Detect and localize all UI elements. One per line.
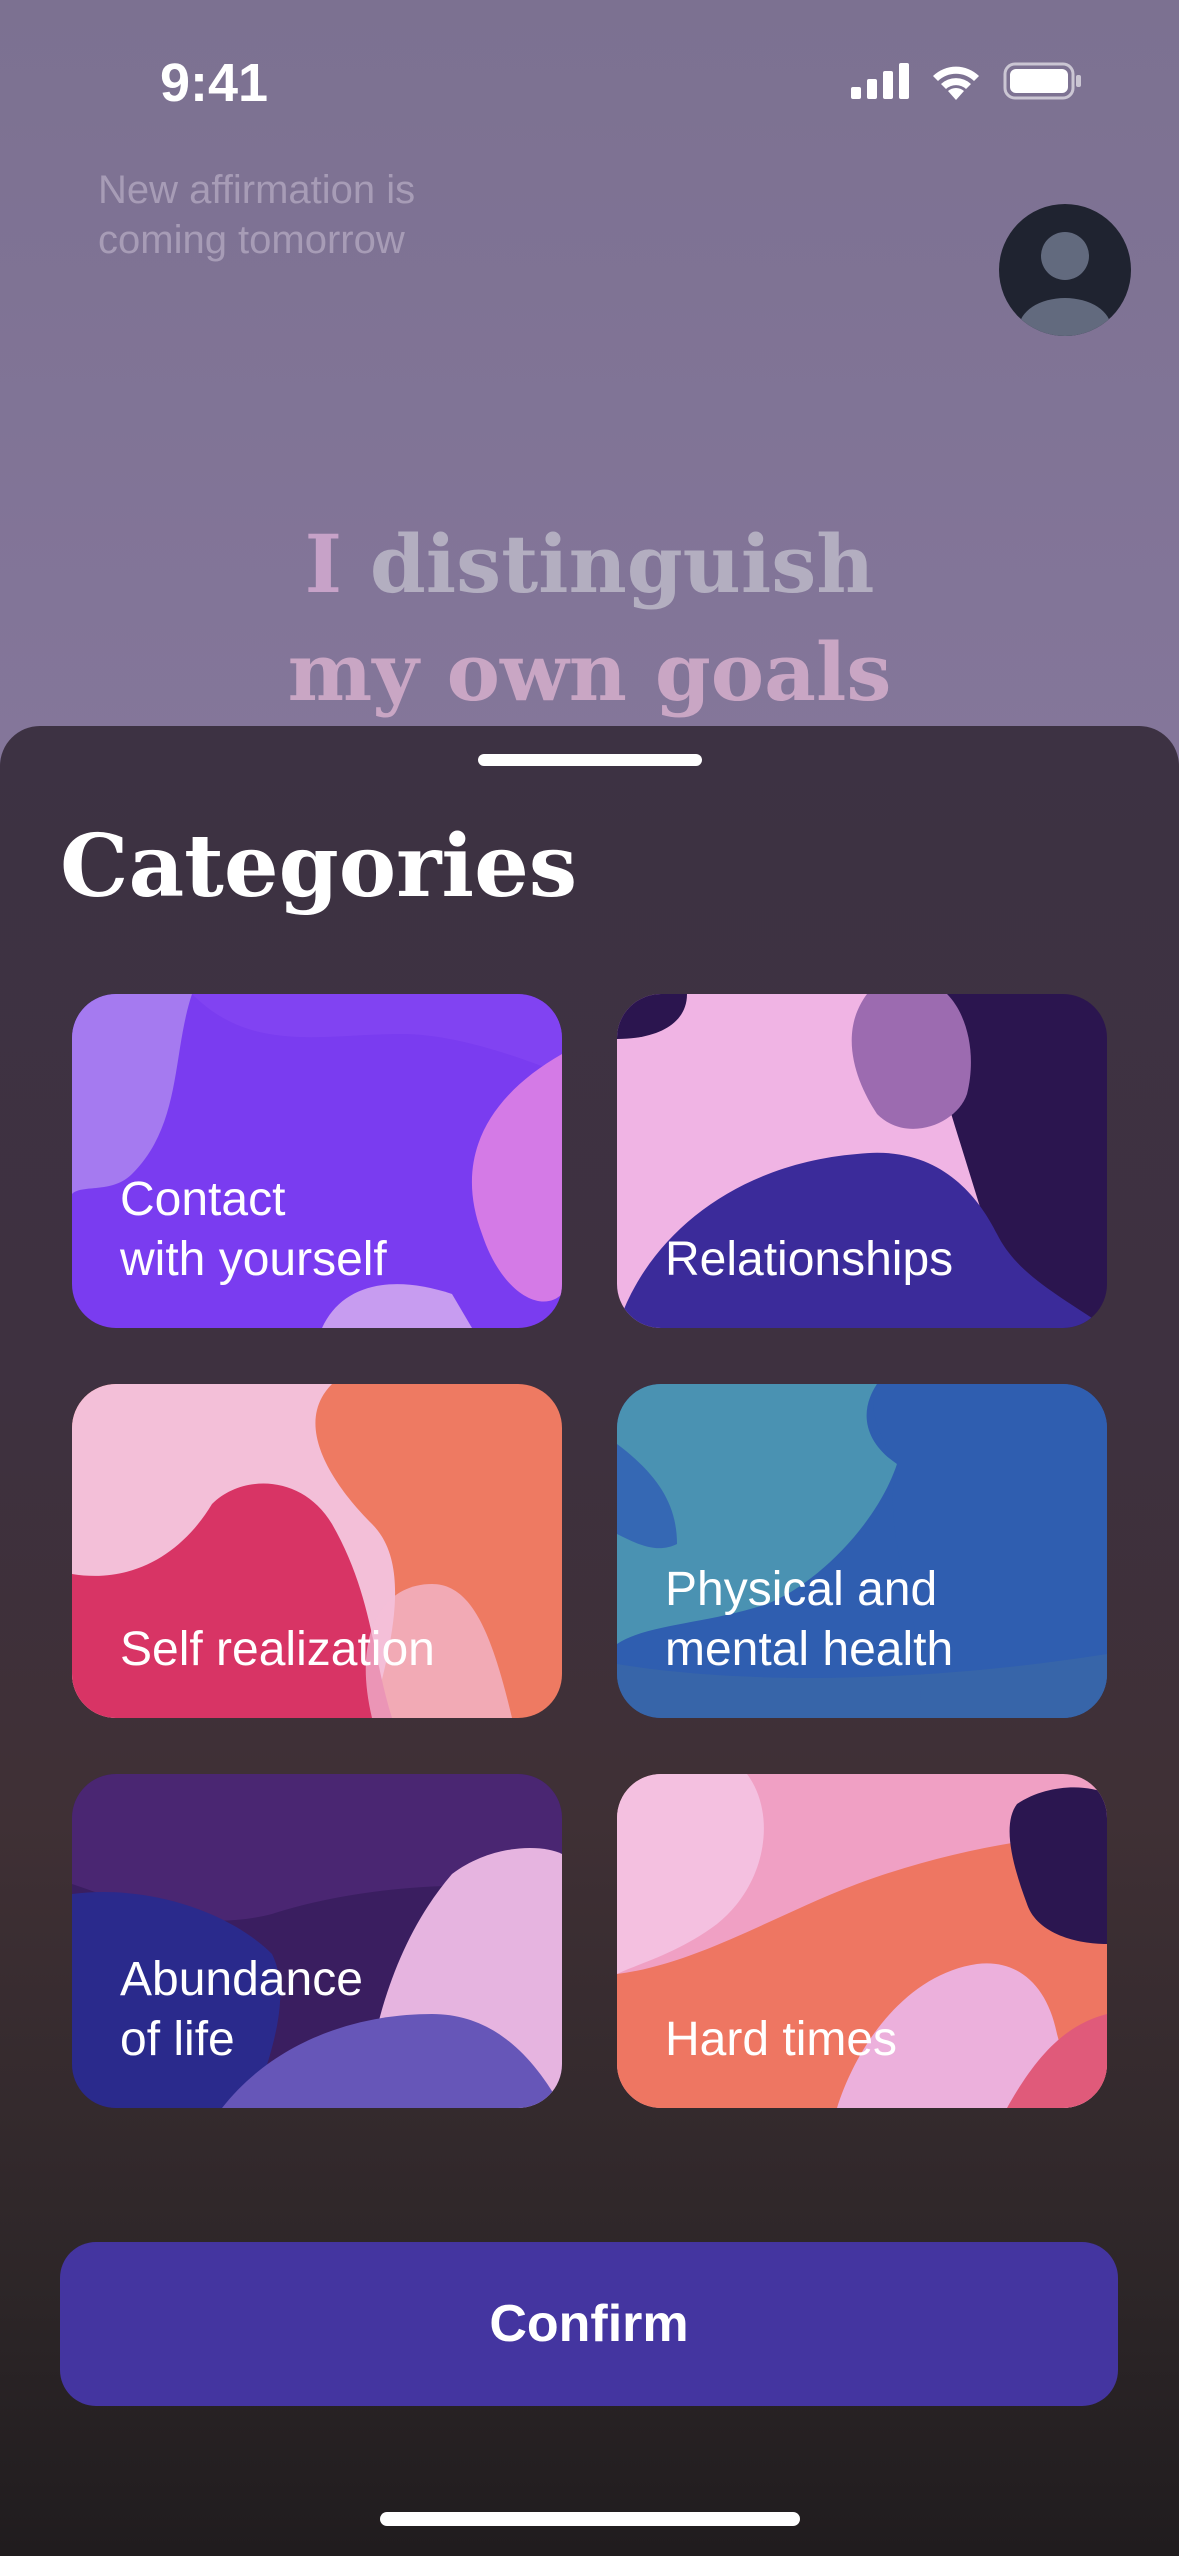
affirmation-line2: my own goals	[287, 625, 892, 719]
affirmation-text: I distinguish my own goals	[0, 510, 1179, 726]
profile-avatar-button[interactable]	[999, 204, 1131, 336]
battery-icon	[1003, 62, 1081, 100]
category-label: Self realization	[120, 1620, 550, 1680]
category-label-line1: Hard times	[665, 2013, 898, 2066]
home-indicator[interactable]	[380, 2512, 800, 2526]
wifi-icon	[933, 66, 979, 100]
category-label-line2: of life	[120, 2013, 235, 2066]
category-label: Relationships	[665, 1230, 1095, 1290]
category-card-self-realization[interactable]: Self realization	[72, 1384, 562, 1718]
category-label-line2: mental health	[665, 1623, 954, 1676]
status-bar: 9:41	[0, 0, 1179, 170]
category-card-contact-with-yourself[interactable]: Contact with yourself	[72, 994, 562, 1328]
affirmation-line1: distinguish	[342, 517, 875, 611]
category-label: Contact with yourself	[120, 1170, 550, 1290]
category-label-line2: with yourself	[120, 1233, 387, 1286]
avatar-icon	[1019, 232, 1111, 336]
category-label-line1: Relationships	[665, 1233, 954, 1286]
category-label: Physical and mental health	[665, 1560, 1095, 1680]
category-label-line1: Physical and	[665, 1563, 938, 1616]
category-card-abundance-of-life[interactable]: Abundance of life	[72, 1774, 562, 2108]
sheet-title: Categories	[60, 816, 578, 917]
category-card-relationships[interactable]: Relationships	[617, 994, 1107, 1328]
category-label-line1: Self realization	[120, 1623, 435, 1676]
category-card-physical-and-mental-health[interactable]: Physical and mental health	[617, 1384, 1107, 1718]
category-card-hard-times[interactable]: Hard times	[617, 1774, 1107, 2108]
sheet-handle[interactable]	[478, 754, 702, 766]
status-time: 9:41	[160, 53, 269, 113]
affirmation-hint: New affirmation is coming tomorrow	[98, 168, 416, 262]
category-label: Abundance of life	[120, 1950, 550, 2070]
affirmation-word: I	[304, 517, 342, 611]
category-label-line1: Abundance	[120, 1953, 363, 2006]
category-label: Hard times	[665, 2010, 1095, 2070]
signal-icon	[851, 63, 909, 99]
category-label-line1: Contact	[120, 1173, 286, 1226]
confirm-button[interactable]: Confirm	[60, 2242, 1118, 2406]
status-icons	[851, 62, 1083, 100]
